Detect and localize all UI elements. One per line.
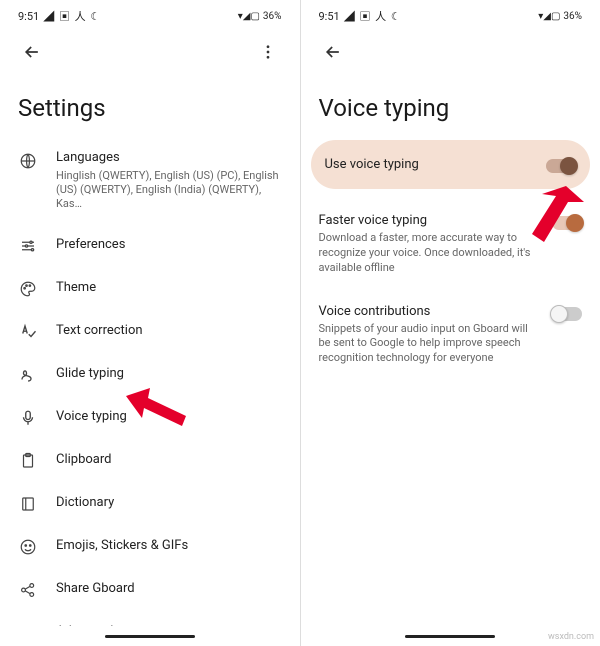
app-bar [301,28,600,76]
status-time: 9:51 [18,10,39,23]
palette-icon [18,279,38,299]
gesture-icon [18,365,38,385]
voice-typing-list: Use voice typing Faster voice typing Dow… [301,138,600,380]
setting-use-voice-typing[interactable]: Use voice typing [311,140,591,189]
spellcheck-icon [18,322,38,342]
menu-item-emojis[interactable]: Emojis, Stickers & GIFs [0,525,300,568]
status-bar: 9:51 ◢ ▣ 人 ☾ ▾◢▢ 36% [0,4,300,28]
clipboard-icon [18,451,38,471]
menu-label: Emojis, Stickers & GIFs [56,538,282,555]
toggle-faster-voice-typing[interactable] [552,216,582,230]
settings-list: Languages Hinglish (QWERTY), English (US… [0,138,300,626]
battery-percent: 36% [563,11,582,22]
battery-percent: 36% [263,11,282,22]
page-title: Settings [0,76,300,138]
nav-bar [0,626,300,646]
menu-item-languages[interactable]: Languages Hinglish (QWERTY), English (US… [0,138,300,224]
menu-item-preferences[interactable]: Preferences [0,224,300,267]
toggle-voice-contributions[interactable] [552,307,582,321]
menu-label: Theme [56,280,282,297]
back-arrow-icon [323,42,343,62]
setting-sub: Snippets of your audio input on Gboard w… [319,322,541,367]
nav-pill[interactable] [105,635,195,638]
menu-sub: Hinglish (QWERTY), English (US) (PC), En… [56,169,282,212]
back-button[interactable] [315,34,351,70]
setting-label: Faster voice typing [319,213,541,228]
page-title: Voice typing [301,76,600,138]
menu-item-advanced[interactable]: Advanced [0,611,300,626]
emoji-icon [18,537,38,557]
status-right-icons: ▾◢▢ [238,11,260,22]
menu-label: Share Gboard [56,581,282,598]
setting-sub: Download a faster, more accurate way to … [319,231,541,276]
status-right-icons: ▾◢▢ [538,11,560,22]
menu-label: Preferences [56,237,282,254]
setting-label: Use voice typing [325,157,535,172]
globe-icon [18,151,38,171]
voice-typing-screen: 9:51 ◢ ▣ 人 ☾ ▾◢▢ 36% Voice typing Use vo… [301,0,600,646]
menu-item-share-gboard[interactable]: Share Gboard [0,568,300,611]
menu-item-text-correction[interactable]: Text correction [0,310,300,353]
menu-item-dictionary[interactable]: Dictionary [0,482,300,525]
menu-label: Languages [56,150,282,167]
more-vert-icon [259,43,277,61]
menu-item-glide-typing[interactable]: Glide typing [0,353,300,396]
tune-icon [18,236,38,256]
app-bar [0,28,300,76]
menu-item-theme[interactable]: Theme [0,267,300,310]
book-icon [18,494,38,514]
status-time: 9:51 [319,10,340,23]
menu-item-clipboard[interactable]: Clipboard [0,439,300,482]
mic-icon [18,408,38,428]
setting-faster-voice-typing[interactable]: Faster voice typing Download a faster, m… [301,199,600,290]
setting-label: Voice contributions [319,304,541,319]
toggle-use-voice-typing[interactable] [546,159,576,173]
back-arrow-icon [22,42,42,62]
menu-item-voice-typing[interactable]: Voice typing [0,396,300,439]
overflow-menu-button[interactable] [250,34,286,70]
status-left-icons: ◢ ▣ 人 ☾ [344,8,402,24]
nav-pill[interactable] [405,635,495,638]
status-left-icons: ◢ ▣ 人 ☾ [43,8,101,24]
menu-label: Clipboard [56,452,282,469]
back-button[interactable] [14,34,50,70]
menu-label: Dictionary [56,495,282,512]
share-icon [18,580,38,600]
menu-label: Text correction [56,323,282,340]
menu-label: Voice typing [56,409,282,426]
menu-label: Glide typing [56,366,282,383]
status-bar: 9:51 ◢ ▣ 人 ☾ ▾◢▢ 36% [301,4,600,28]
setting-voice-contributions[interactable]: Voice contributions Snippets of your aud… [301,290,600,381]
settings-screen: 9:51 ◢ ▣ 人 ☾ ▾◢▢ 36% Settings Languages [0,0,300,646]
watermark: wsxdn.com [548,632,594,642]
